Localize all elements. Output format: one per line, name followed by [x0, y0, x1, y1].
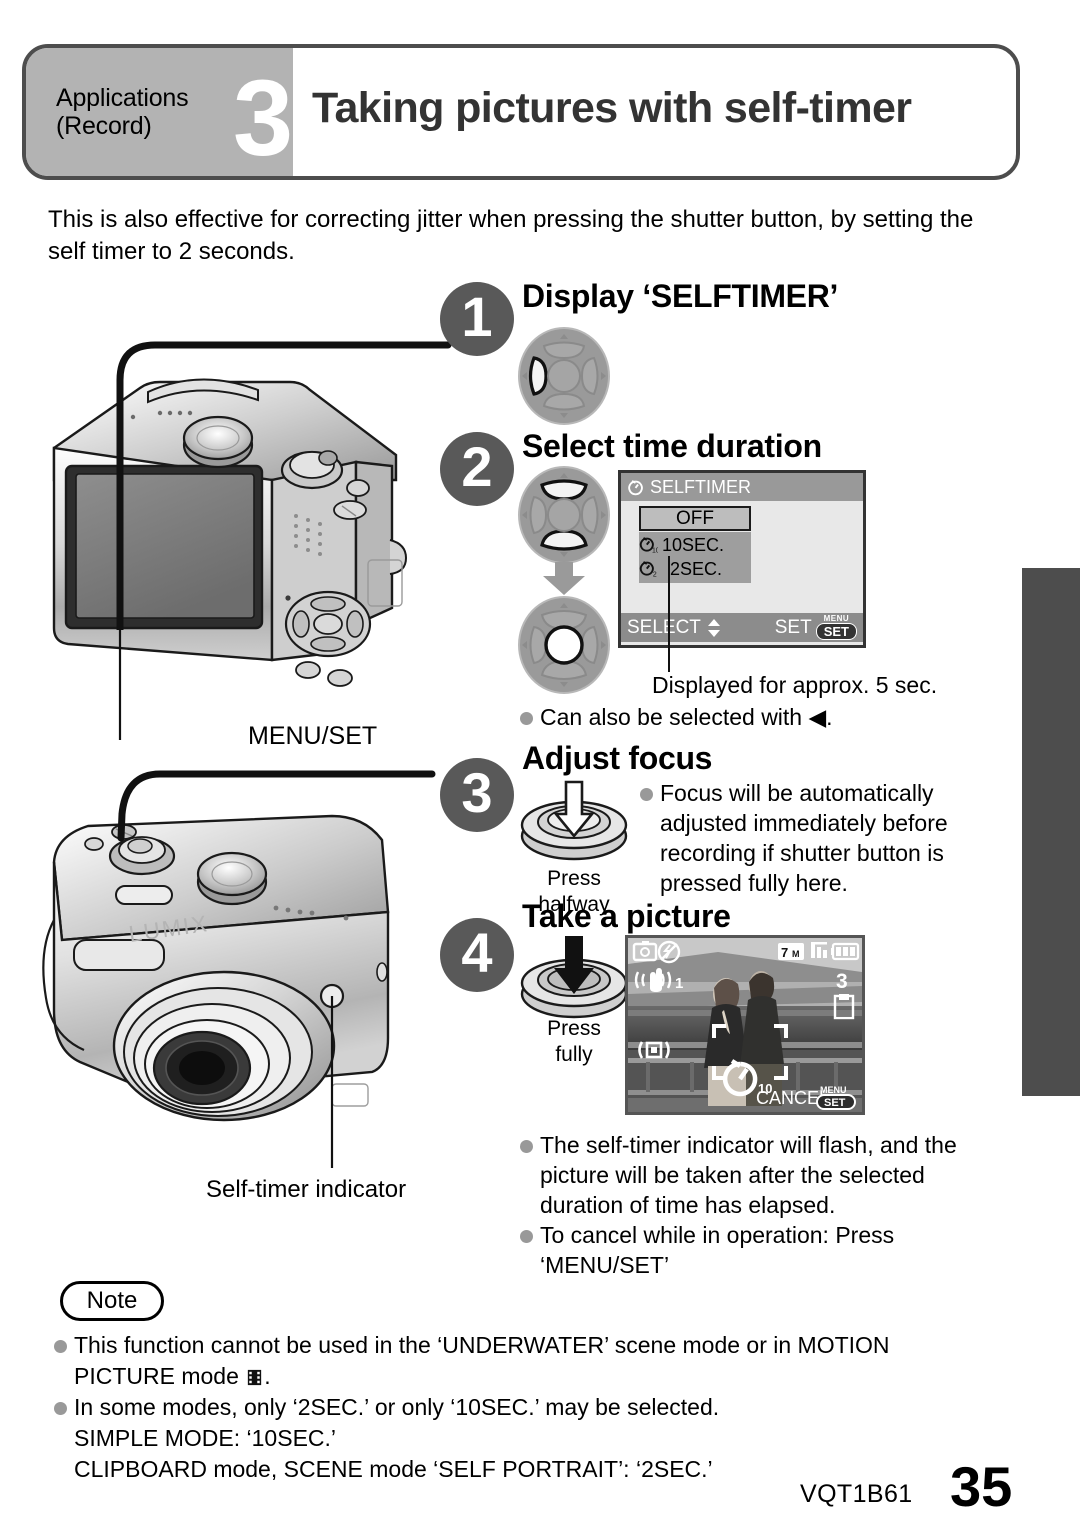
step2-caption: Displayed for approx. 5 sec. [652, 672, 938, 698]
step-1-heading: Display ‘SELFTIMER’ [522, 278, 839, 314]
step-4-number: 4 [440, 918, 514, 992]
svg-text:1: 1 [675, 975, 683, 992]
step-2-heading: Select time duration [522, 428, 822, 464]
note-badge-label: Note [86, 1287, 138, 1314]
bullet-item: Focus will be automatically adjusted imm… [638, 778, 988, 898]
down-arrow-icon [543, 562, 585, 595]
step-1-number: 1 [440, 282, 514, 356]
callout-leader-1 [116, 341, 452, 740]
note-item-2-text: In some modes, only ‘2SEC.’ or only ‘10S… [74, 1394, 720, 1420]
step2-bullets: Can also be selected with ◀. [518, 702, 988, 732]
updown-arrow-icon [707, 618, 720, 637]
selftimer-menu-screen: SELFTIMER OFF 10 10SEC. 2 [618, 470, 866, 648]
callout-leader-3 [117, 770, 436, 842]
svg-text:M: M [792, 949, 800, 959]
selftimer-10-icon: 10 [639, 536, 658, 554]
svg-text:2: 2 [653, 571, 657, 578]
svg-text:MENU: MENU [820, 1085, 847, 1095]
svg-text:SET: SET [824, 1097, 846, 1109]
selftimer-2-icon: 2 [639, 560, 657, 578]
set-label: SET [774, 616, 812, 638]
selftimer-option-10sec-label: 10SEC. [662, 534, 725, 555]
header-category: Applications (Record) [56, 84, 189, 140]
selftimer-menu-footerbar: SELECT SET MENU SET [621, 613, 863, 642]
press-fully-line2: fully [555, 1043, 593, 1066]
selftimer-option-list: 10 10SEC. 2 2SEC. [639, 532, 751, 583]
bullet-item: To cancel while in operation: Press ‘MEN… [518, 1220, 996, 1280]
selftimer-option-2sec[interactable]: 2 2SEC. [639, 557, 751, 581]
header-category-line2: (Record) [56, 112, 152, 140]
cursor-pad-center-icon [518, 596, 610, 694]
step-3-heading: Adjust focus [522, 740, 713, 776]
svg-text:10: 10 [652, 547, 658, 554]
self-timer-indicator-callout-label: Self-timer indicator [206, 1176, 407, 1203]
select-label: SELECT [627, 616, 701, 638]
section-tab-marker [1022, 568, 1080, 1096]
bullet-item: Can also be selected with ◀. [518, 702, 988, 732]
note-badge: Note [60, 1281, 164, 1321]
selftimer-icon [628, 479, 643, 495]
page-header: Applications (Record) 3 Taking pictures … [22, 44, 1020, 180]
selftimer-option-off-label: OFF [676, 507, 714, 529]
document-code: VQT1B61 [800, 1480, 913, 1508]
selftimer-menu-titlebar: SELFTIMER [621, 473, 863, 501]
page-number: 35 [950, 1455, 1013, 1518]
cursor-pad-updown-icon [518, 466, 610, 564]
selftimer-option-10sec[interactable]: 10 10SEC. [639, 533, 751, 557]
note-item-1: This function cannot be used in the ‘UND… [52, 1330, 992, 1392]
motion-picture-icon [248, 1369, 262, 1386]
selftimer-option-2sec-label: 2SEC. [670, 558, 723, 579]
note-item-2: In some modes, only ‘2SEC.’ or only ‘10S… [52, 1392, 992, 1485]
step4-bullets: The self-timer indicator will flash, and… [518, 1130, 996, 1280]
svg-text:7: 7 [781, 945, 788, 960]
step3-bullets: Focus will be automatically adjusted imm… [638, 778, 988, 898]
header-category-line1: Applications [56, 84, 189, 112]
menu-set-callout-label: MENU/SET [248, 722, 378, 750]
selftimer-option-off[interactable]: OFF [639, 506, 751, 531]
step-4-heading: Take a picture [522, 898, 731, 934]
press-halfway-line1: Press [547, 867, 601, 890]
shutter-full-icon [520, 936, 628, 1019]
selftimer-menu-options: OFF 10 10SEC. 2 2SEC. [621, 501, 863, 613]
note-item-1-text: This function cannot be used in the ‘UND… [74, 1332, 890, 1389]
svg-text:3: 3 [836, 970, 848, 993]
note-item-1-text-after: . [264, 1363, 271, 1389]
cursor-pad-left-icon [518, 327, 610, 425]
step-2-number: 2 [440, 432, 514, 506]
note-subline-1: SIMPLE MODE: ‘10SEC.’ [74, 1425, 337, 1451]
lcd-preview-screen: 7 M 1 3 10 CANCEL MENU SET [625, 935, 865, 1115]
menu-set-badge-bottom: SET [815, 623, 857, 640]
intro-paragraph: This is also effective for correcting ji… [48, 206, 974, 265]
press-fully-label: Press fully [518, 1016, 630, 1068]
menu-set-badge[interactable]: MENU SET [815, 614, 857, 640]
step-3-number: 3 [440, 758, 514, 832]
shutter-halfway-icon [520, 780, 628, 861]
header-chapter-number: 3 [233, 57, 294, 178]
selftimer-menu-title: SELFTIMER [650, 476, 752, 497]
menu-set-badge-top: MENU [823, 614, 850, 623]
press-fully-line1: Press [547, 1017, 601, 1040]
bullet-item: The self-timer indicator will flash, and… [518, 1130, 996, 1220]
note-list: This function cannot be used in the ‘UND… [52, 1330, 992, 1485]
menu-pointer-line [668, 556, 670, 672]
page-title: Taking pictures with self-timer [312, 84, 912, 132]
